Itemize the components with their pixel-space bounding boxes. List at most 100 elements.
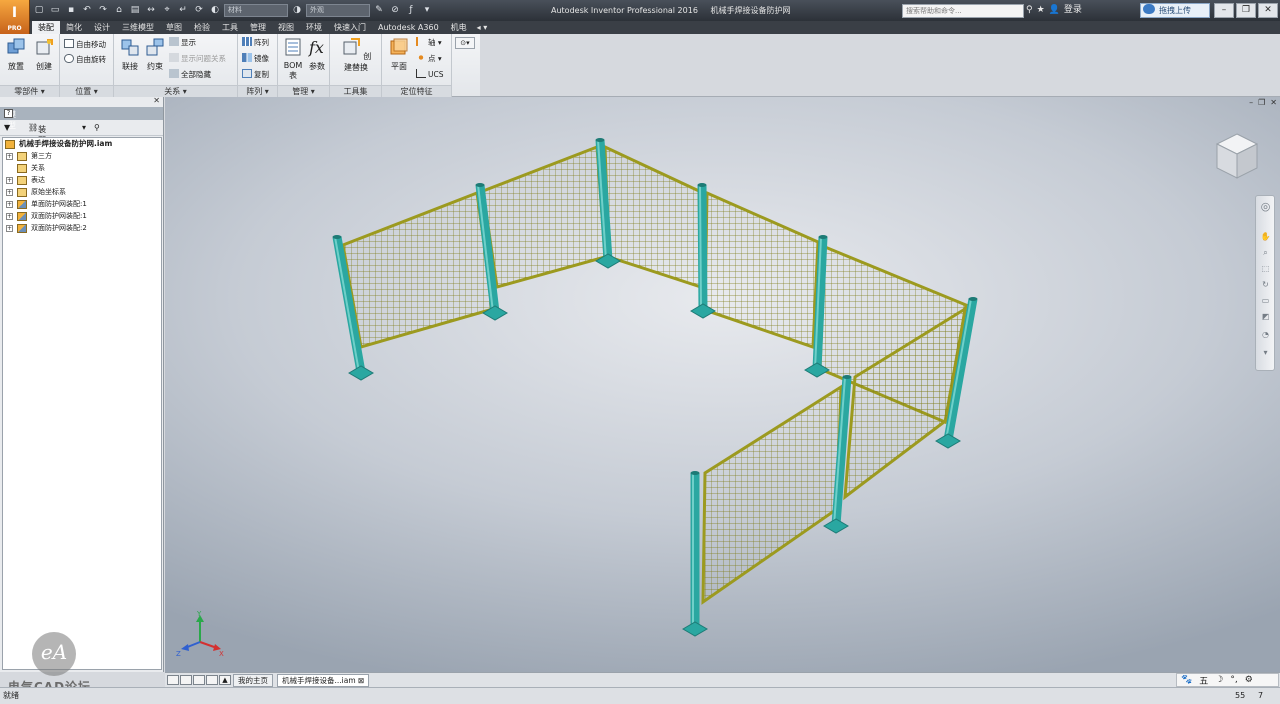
tab-4[interactable]: 草图 <box>160 21 188 34</box>
look-at-icon[interactable]: ▭ <box>1260 296 1271 305</box>
tab-close-icon[interactable]: ⊠ <box>358 676 364 685</box>
select-icon[interactable]: ⌖ <box>160 4 174 17</box>
update-icon[interactable]: ⟳ <box>192 4 206 17</box>
free-move-button[interactable]: 自由移动 <box>64 39 106 50</box>
new-icon[interactable]: ▢ <box>32 4 46 17</box>
tab-3[interactable]: 三维模型 <box>116 21 160 34</box>
tree-expand-icon[interactable]: + <box>6 153 13 160</box>
tab-11[interactable]: Autodesk A360 <box>372 21 445 34</box>
pattern-button[interactable]: 阵列 <box>242 37 269 48</box>
tree-expand-icon[interactable]: + <box>6 225 13 232</box>
zoom-icon[interactable]: ⌕ <box>1260 248 1271 257</box>
graphics-viewport[interactable]: – ❐ ✕ ◎ ✋ ⌕ ⬚ ↻ ▭ ◩ ◔ ▾ Y X Z <box>165 97 1280 672</box>
tab-6[interactable]: 工具 <box>216 21 244 34</box>
tab-5[interactable]: 检验 <box>188 21 216 34</box>
filter-icon[interactable]: ▼ <box>4 122 10 133</box>
plane-button[interactable]: 平面 <box>386 37 412 72</box>
full-navigation-icon[interactable]: ◔ <box>1260 330 1271 339</box>
assembly-view-dropdown[interactable]: ⛓ 装配视图 <box>28 122 46 167</box>
panel-label-relationships[interactable]: 关系 ▾ <box>114 85 237 97</box>
parameters-button[interactable]: fx 参数 <box>304 37 330 72</box>
star-icon[interactable]: ★ <box>1037 4 1045 17</box>
save-icon[interactable]: ▪ <box>64 4 78 17</box>
tree-item[interactable]: + 表达 <box>3 174 161 186</box>
bom-button[interactable]: BOM 表 <box>280 37 306 81</box>
tree-expand-icon[interactable]: + <box>6 189 13 196</box>
tab-overflow-icon[interactable]: ◂ ▾ <box>473 21 492 34</box>
joint-button[interactable]: 联接 <box>117 37 143 72</box>
home-icon[interactable]: ⌂ <box>112 4 126 17</box>
browser-close-icon[interactable]: ✕ <box>153 96 160 105</box>
user-icon[interactable]: 👤 <box>1049 4 1060 17</box>
ime-settings-icon[interactable]: ⚙ <box>1245 675 1253 685</box>
return-icon[interactable]: ↵ <box>176 4 190 17</box>
point-button[interactable]: 点 ▾ <box>416 53 442 64</box>
tab-1[interactable]: 简化 <box>60 21 88 34</box>
show-button[interactable]: 显示 <box>169 37 196 48</box>
cascade-icon[interactable] <box>193 675 205 685</box>
ime-punct-icon[interactable]: °, <box>1230 675 1237 685</box>
tree-item[interactable]: + 第三方 <box>3 150 161 162</box>
ucs-button[interactable]: UCS <box>416 69 444 80</box>
zoom-window-icon[interactable]: ⬚ <box>1260 264 1271 273</box>
panel-label-components[interactable]: 零部件 ▾ <box>0 85 59 97</box>
constrain-button[interactable]: 约束 <box>142 37 168 72</box>
tab-8[interactable]: 视图 <box>272 21 300 34</box>
login-link[interactable]: 登录 <box>1064 4 1082 17</box>
tree-expand-icon[interactable]: + <box>6 177 13 184</box>
tree-expand-icon[interactable]: + <box>6 201 13 208</box>
close-button[interactable]: ✕ <box>1258 3 1278 18</box>
undo-icon[interactable]: ↶ <box>80 4 94 17</box>
tab-0[interactable]: 装配 <box>32 21 60 34</box>
arrange-icon[interactable] <box>206 675 218 685</box>
fence-post[interactable] <box>697 184 708 311</box>
restore-button[interactable]: ❐ <box>1236 3 1256 18</box>
tree-item[interactable]: + 双面防护网装配:1 <box>3 210 161 222</box>
panel-label-work-features[interactable]: 定位特征 <box>382 85 451 97</box>
help-search-input[interactable]: 搜索帮助和命令... <box>902 4 1024 18</box>
minimize-button[interactable]: – <box>1214 3 1234 18</box>
tree-item[interactable]: + 单面防护网装配:1 <box>3 198 161 210</box>
place-button[interactable]: 放置 <box>3 37 29 72</box>
panel-label-pattern[interactable]: 阵列 ▾ <box>238 85 277 97</box>
create-button[interactable]: 创建 <box>31 37 57 72</box>
help-icon[interactable]: ? <box>4 109 13 118</box>
view-dropdown-arrow-icon[interactable]: ▾ <box>82 122 86 133</box>
find-icon[interactable]: ⚲ <box>94 122 100 133</box>
tab-10[interactable]: 快速入门 <box>328 21 372 34</box>
panel-label-position[interactable]: 位置 ▾ <box>60 85 113 97</box>
ime-layout[interactable]: 五 <box>1199 674 1208 687</box>
cloud-upload-button[interactable]: 拖拽上传 <box>1140 3 1210 18</box>
axis-button[interactable]: 轴 ▾ <box>416 37 442 48</box>
ime-moon-icon[interactable]: ☽ <box>1215 675 1223 685</box>
tree-item[interactable]: + 双面防护网装配:2 <box>3 222 161 234</box>
tab-document[interactable]: 机械手焊接设备...iam ⊠ <box>277 674 370 687</box>
adjust-icon[interactable]: ✎ <box>372 4 386 17</box>
tab-menu-icon[interactable]: ▲ <box>219 675 231 685</box>
ribbon-options-button[interactable]: ⊙▾ <box>455 37 475 49</box>
panel-label-manage[interactable]: 管理 ▾ <box>278 85 329 97</box>
tab-7[interactable]: 管理 <box>244 21 272 34</box>
ime-paw-icon[interactable]: 🐾 <box>1181 675 1192 685</box>
qat-dropdown-icon[interactable]: ▾ <box>420 4 434 17</box>
binoculars-icon[interactable]: ⚲ <box>1026 4 1033 17</box>
orbit-icon[interactable]: ↻ <box>1260 280 1271 289</box>
viewcube[interactable] <box>1211 130 1263 182</box>
tile-horizontal-icon[interactable] <box>167 675 179 685</box>
fx-icon[interactable]: ƒ <box>404 4 418 17</box>
hide-all-button[interactable]: 全部隐藏 <box>169 69 211 80</box>
open-icon[interactable]: ▭ <box>48 4 62 17</box>
tab-12[interactable]: 机电 <box>445 21 473 34</box>
create-substitute-button[interactable]: 创建替换 <box>337 37 375 73</box>
appearance-combo[interactable]: 外观 <box>306 4 370 17</box>
fence-panel-mesh[interactable] <box>703 387 841 602</box>
tab-2[interactable]: 设计 <box>88 21 116 34</box>
tree-expand-icon[interactable]: + <box>6 213 13 220</box>
tree-item[interactable]: 关系 <box>3 162 161 174</box>
constrained-orbit-icon[interactable]: ◩ <box>1260 312 1271 321</box>
show-sick-button[interactable]: 显示问题关系 <box>169 53 226 64</box>
mirror-button[interactable]: 镜像 <box>242 53 269 64</box>
steering-wheel-icon[interactable]: ◎ <box>1260 201 1271 212</box>
navbar-options-icon[interactable]: ▾ <box>1260 348 1271 357</box>
tree-item[interactable]: + 原始坐标系 <box>3 186 161 198</box>
